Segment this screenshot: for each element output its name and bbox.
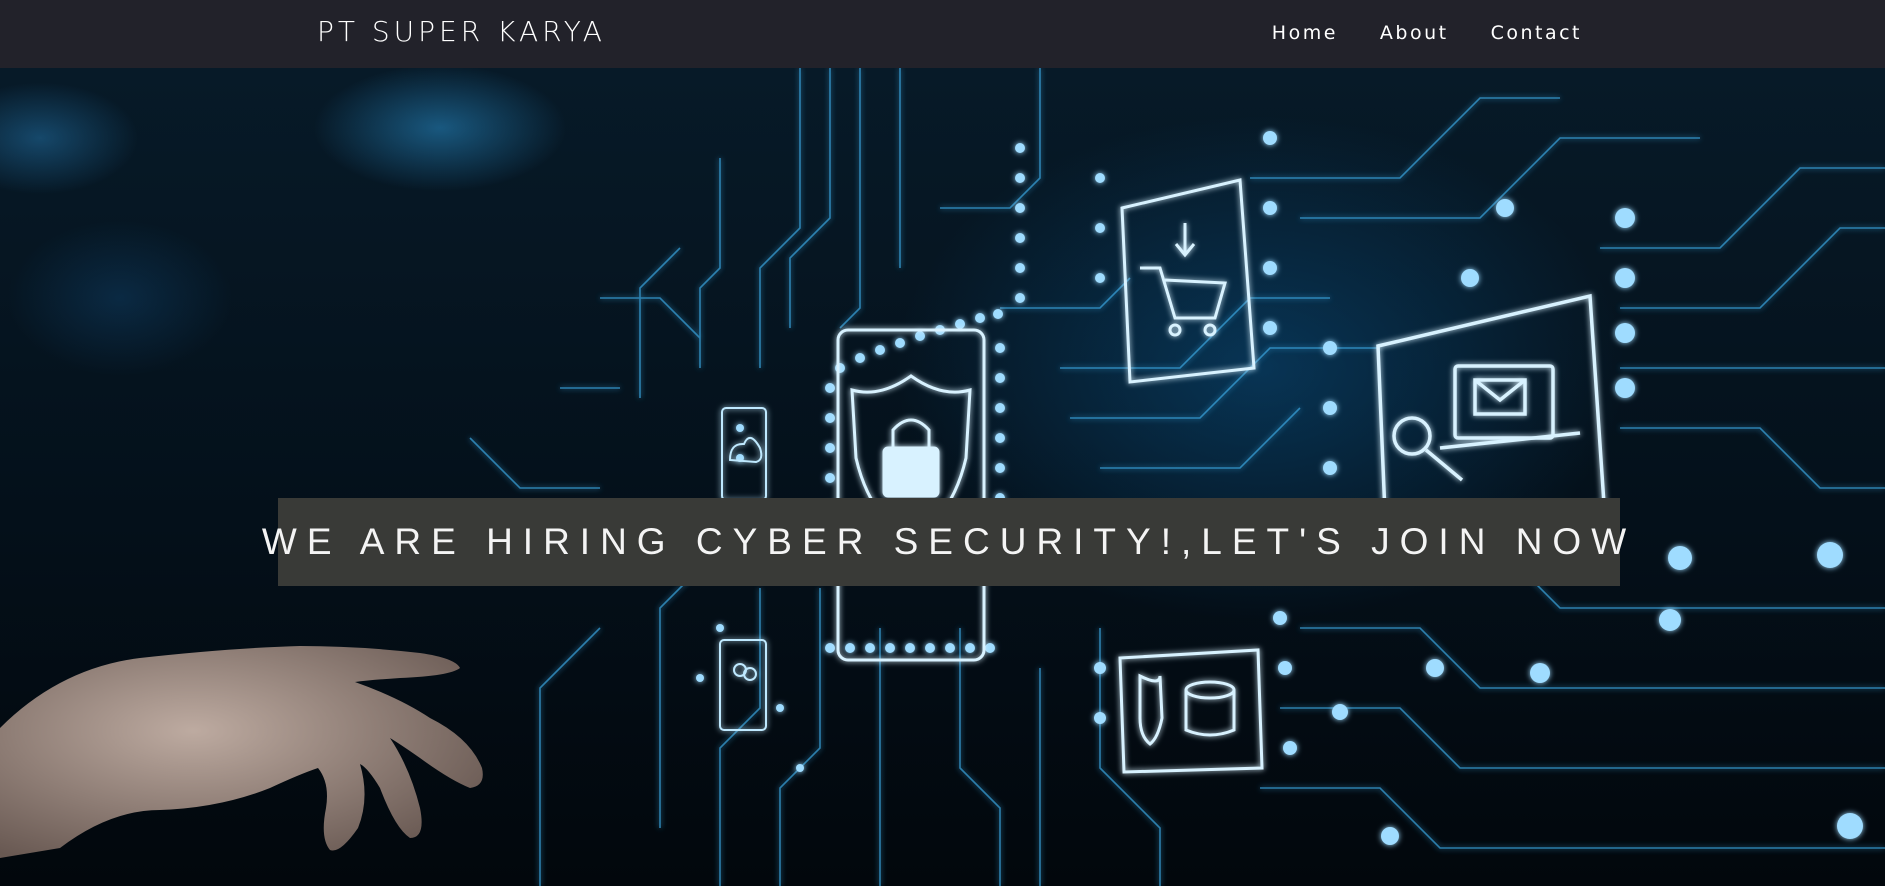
shield-database-icon <box>1118 648 1264 774</box>
hiring-banner: WE ARE HIRING CYBER SECURITY!,LET'S JOIN… <box>262 498 1626 586</box>
hero-section: WE ARE HIRING CYBER SECURITY!,LET'S JOIN… <box>0 68 1885 886</box>
users-icon <box>719 639 767 731</box>
hand-image <box>0 646 483 858</box>
nav-links: Home About Contact <box>1230 20 1582 46</box>
cloud-lock-icon <box>721 407 767 501</box>
circuit-background-image <box>0 68 1885 886</box>
nav-about-link[interactable]: About <box>1380 20 1449 46</box>
nav-contact-link[interactable]: Contact <box>1491 20 1582 46</box>
shopping-cart-icon <box>1120 178 1256 384</box>
circuit-nodes <box>696 131 1863 845</box>
shield-lock-icon <box>836 328 986 662</box>
circuit-traces <box>439 68 1885 886</box>
magnifier-lock-icon <box>1392 416 1464 482</box>
brand-logo-link[interactable]: PT SUPER KARYA <box>317 14 606 50</box>
nav-home-link[interactable]: Home <box>1272 20 1338 46</box>
top-navbar: PT SUPER KARYA Home About Contact <box>0 0 1885 68</box>
hiring-banner-text: WE ARE HIRING CYBER SECURITY!,LET'S JOIN… <box>261 521 1637 562</box>
